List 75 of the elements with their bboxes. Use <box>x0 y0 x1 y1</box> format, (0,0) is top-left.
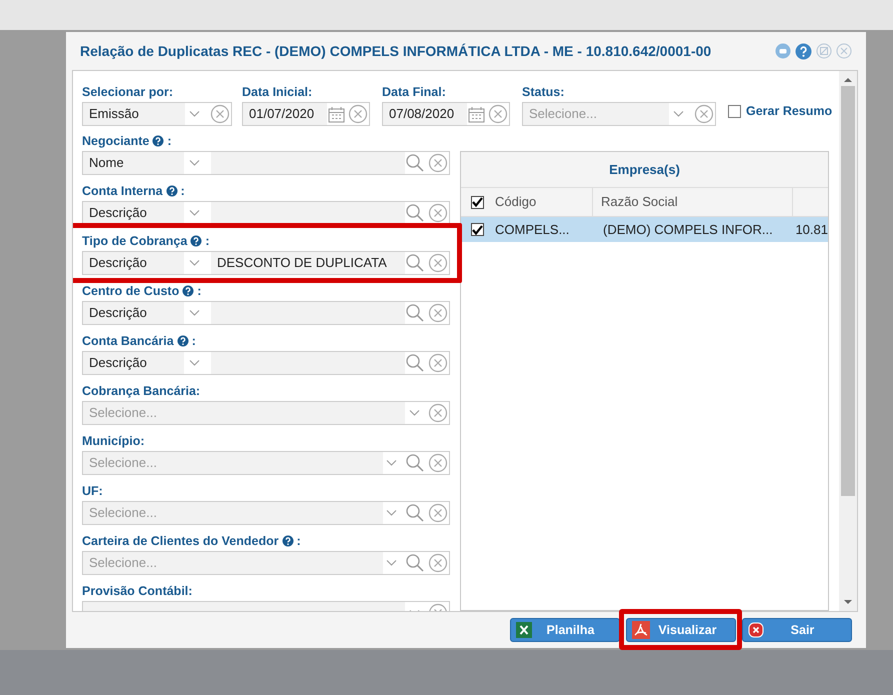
date-field[interactable]: 07/08/2020 <box>382 102 510 126</box>
search-icon[interactable] <box>405 553 425 573</box>
table-cell-text: COMPELS... <box>494 220 570 239</box>
chevron-down-icon[interactable] <box>189 110 200 118</box>
table-row[interactable]: COMPELS... (DEMO) COMPELS INFOR... 10.81 <box>461 217 828 242</box>
field-label: Data Inicial: <box>242 84 312 100</box>
clear-icon[interactable] <box>348 104 368 124</box>
field-label: Conta Interna <box>82 183 163 199</box>
field-label: Centro de Custo <box>82 283 180 299</box>
calendar-icon[interactable] <box>468 106 485 122</box>
help-icon[interactable] <box>166 185 178 197</box>
help-icon[interactable] <box>176 335 189 347</box>
document-icon <box>632 621 650 639</box>
help-icon[interactable] <box>282 535 294 547</box>
help-icon[interactable] <box>182 285 194 297</box>
checkbox[interactable] <box>470 196 484 208</box>
column-header[interactable]: Razão Social <box>601 192 678 212</box>
check-icon <box>472 197 482 207</box>
field-label: Selecionar por: <box>82 84 173 100</box>
help-icon[interactable] <box>190 235 202 247</box>
table-title: Empresa(s) <box>609 160 680 179</box>
table-cell-text: 10.81 <box>794 220 828 239</box>
field-label: Status: <box>522 84 564 100</box>
help-icon[interactable] <box>152 135 164 147</box>
search-icon[interactable] <box>405 503 425 523</box>
field-label: Cobrança Bancária: <box>82 383 200 399</box>
action-button[interactable]: Sair <box>742 618 852 642</box>
calendar-icon[interactable] <box>328 106 345 122</box>
dropdown[interactable]: Emissão <box>82 102 232 126</box>
action-button[interactable]: Visualizar <box>626 618 736 642</box>
chevron-down-icon[interactable] <box>409 409 420 417</box>
help-icon[interactable] <box>795 42 812 60</box>
chevron-down-icon[interactable] <box>673 110 684 118</box>
label-colon: : <box>180 183 185 199</box>
table-cell-text: (DEMO) COMPELS INFOR... <box>602 220 774 239</box>
label-colon: : <box>205 233 210 249</box>
scroll-up-icon[interactable] <box>844 77 852 83</box>
field-label: Tipo de Cobrança <box>82 233 188 249</box>
check-icon <box>472 224 482 234</box>
column-header[interactable]: Código <box>495 192 536 212</box>
scroll-down-icon[interactable] <box>844 599 852 605</box>
checkbox[interactable] <box>470 223 484 236</box>
window-icon[interactable] <box>816 43 832 59</box>
search-icon[interactable] <box>405 453 425 473</box>
clear-icon[interactable] <box>210 104 230 124</box>
label-colon: : <box>167 133 172 149</box>
chevron-down-icon[interactable] <box>386 509 397 517</box>
chat-icon[interactable] <box>775 43 791 59</box>
field-label: Provisão Contábil: <box>82 583 192 599</box>
field-label: Negociante <box>82 133 150 149</box>
clear-icon[interactable] <box>428 553 448 573</box>
clear-icon[interactable] <box>428 403 448 423</box>
clear-icon[interactable] <box>428 503 448 523</box>
field-label: Carteira de Clientes do Vendedor <box>82 533 279 549</box>
label-colon: : <box>197 283 202 299</box>
window-title: Relação de Duplicatas REC - (DEMO) COMPELS INFORMÁTICA LTDA - ME - 10.810.642/0001-00 <box>80 42 712 61</box>
clear-icon[interactable] <box>488 104 508 124</box>
action-button[interactable]: Planilha <box>510 618 620 642</box>
checkbox-label[interactable]: Gerar Resumo <box>746 102 832 121</box>
label-colon: : <box>192 333 196 349</box>
clear-icon[interactable] <box>694 104 714 124</box>
field-label: Data Final: <box>382 84 446 100</box>
close-icon[interactable] <box>836 43 852 59</box>
field-label: Conta Bancária <box>82 333 174 349</box>
field-label: UF: <box>82 483 103 499</box>
field-label: Município: <box>82 433 144 449</box>
chevron-down-icon[interactable] <box>386 559 397 567</box>
label-colon: : <box>296 533 301 549</box>
spreadsheet-icon <box>516 622 532 638</box>
checkbox[interactable] <box>728 105 741 118</box>
chevron-down-icon[interactable] <box>386 459 397 467</box>
date-field[interactable]: 01/07/2020 <box>242 102 370 126</box>
clear-icon[interactable] <box>428 453 448 473</box>
close-icon <box>748 622 764 638</box>
scrollbar[interactable] <box>839 71 857 611</box>
